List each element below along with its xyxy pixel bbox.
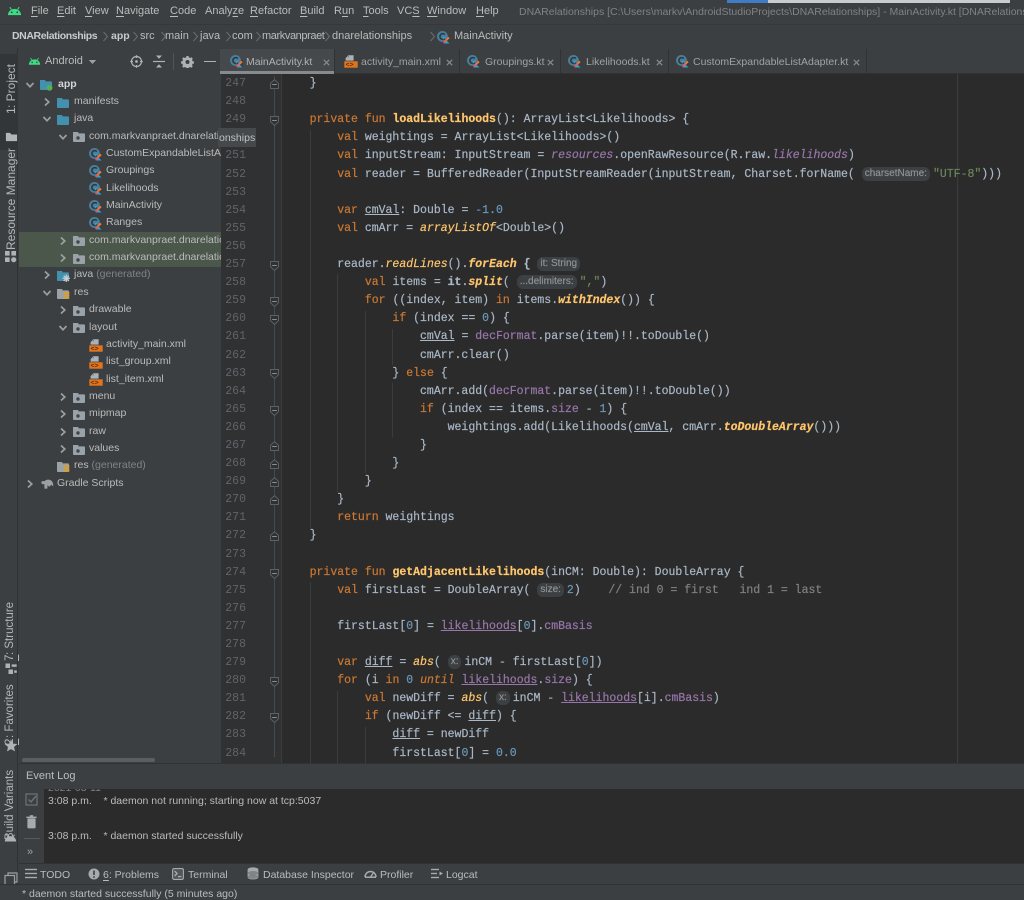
svg-text:<>: <> [91,362,99,369]
svg-text:<>: <> [345,61,353,68]
svg-text:<>: <> [91,380,99,387]
svg-text:<>: <> [91,345,99,352]
